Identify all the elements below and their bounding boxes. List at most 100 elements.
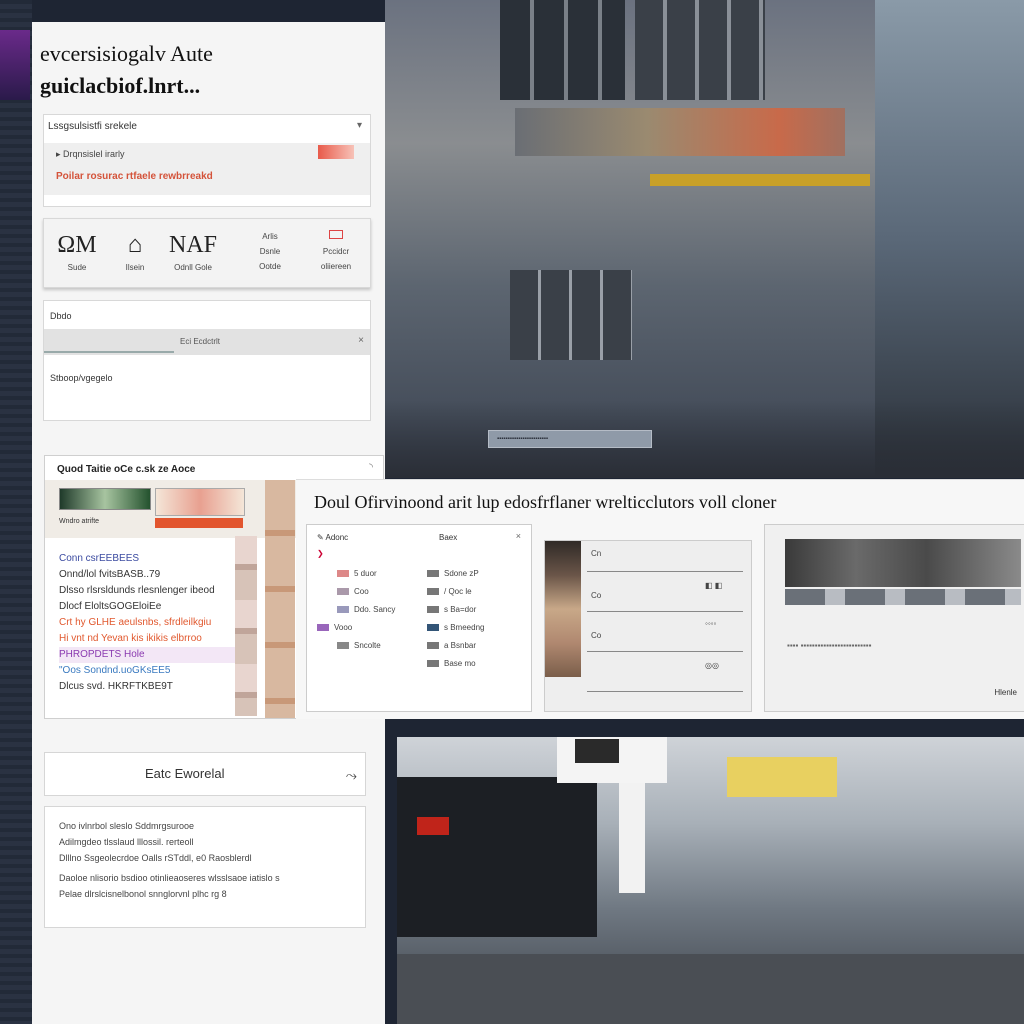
photo-caption: Hlenle (994, 688, 1017, 697)
chevron-icon[interactable]: ◝ (369, 462, 373, 473)
building-window (500, 0, 625, 100)
slider-track[interactable]: Eci Ecdctrlt × (44, 329, 370, 355)
omega-icon: ΩΜ (57, 232, 97, 258)
list-item[interactable]: Hi vnt nd Yevan kis ikikis elbrroo (59, 631, 235, 647)
swatch (427, 606, 439, 614)
accent-bar (0, 30, 30, 100)
option-column-1[interactable]: Arlis Dsnle Ootde (240, 229, 300, 274)
photo-strip[interactable] (785, 589, 1021, 605)
slider-fill[interactable] (44, 351, 174, 353)
dialog-option[interactable]: / Qoc le (427, 587, 472, 596)
photo-thumbnail[interactable] (785, 539, 1021, 587)
shop-sign (417, 817, 449, 835)
row-label: Cn (591, 549, 602, 558)
overlay-chip-text: ▪▪▪▪▪▪▪▪▪▪▪▪▪▪▪▪▪▪▪▪▪▪▪▪ (497, 436, 549, 442)
tool-ilsein[interactable]: ⌂ Ilsein (110, 231, 160, 272)
row-label: Co (591, 631, 602, 640)
list-item[interactable]: Onnd/lol fvitsBASB..79 (59, 567, 235, 583)
close-icon[interactable]: × (358, 335, 364, 346)
swatch (317, 624, 329, 632)
mall-photo (397, 737, 1024, 1024)
list-item[interactable]: PHROPDETS Hole (59, 647, 235, 663)
thumbnail-bar (155, 518, 243, 528)
list-item[interactable]: "Oos Sondnd.uoGKsEE5 (59, 663, 235, 679)
hanging-sign (557, 737, 667, 783)
dialog-option[interactable]: s Ba=dor (427, 605, 476, 614)
dialog-option[interactable]: Sdone zP (427, 569, 479, 578)
tool-palette: ΩΜ Sude ⌂ Ilsein NAF Odnll Gole Arlis Ds… (43, 218, 371, 288)
row-label: ▸ Drqnsislel irarly (56, 149, 125, 159)
swatch (427, 660, 439, 668)
description-line: Daoloe nlisorio bsdioo otinlieaoseres wl… (59, 873, 280, 883)
photo-panel: ▪▪▪▪ ▪▪▪▪▪▪▪▪▪▪▪▪▪▪▪▪▪▪▪▪▪▪▪▪▪ Hlenle (764, 524, 1024, 712)
dialog-option[interactable]: ❯ (317, 549, 324, 558)
swatch (427, 642, 439, 650)
house-icon: ⌂ (127, 232, 143, 258)
tool-sude[interactable]: ΩΜ Sude (52, 231, 102, 272)
yellow-stripe (650, 174, 870, 186)
slider-value: Eci Ecdctrlt (180, 337, 221, 346)
preview-panel: Cn Co Co ◧ ◧ ◦◦◦◦ ◎◎ (544, 540, 752, 712)
building-window (635, 0, 765, 100)
tool-label: Ilsein (125, 263, 145, 272)
action-card[interactable]: Eatc Eworelal ⤳ (44, 752, 366, 796)
overlay-chip: ▪▪▪▪▪▪▪▪▪▪▪▪▪▪▪▪▪▪▪▪▪▪▪▪ (488, 430, 652, 448)
option-column-2[interactable]: Pccidcr oliiereen (306, 229, 366, 274)
close-icon[interactable]: × (516, 531, 521, 541)
dialog-option[interactable]: s Bmeedng (427, 623, 484, 632)
action-label: Eatc Eworelal (145, 766, 225, 781)
list-item[interactable]: Dlocf EloltsGOGEloiEe (59, 599, 235, 615)
thumbnail[interactable] (155, 488, 245, 516)
panel-title-line-1: evcersisiogalv Aute (40, 41, 213, 66)
swatch (337, 642, 349, 650)
dialog-option[interactable]: Ddo. Sancy (337, 605, 395, 614)
panel-title: evcersisiogalv Aute guiclacbiof.lnrt... (40, 38, 213, 102)
list-item[interactable]: Conn csrEEBEES (59, 551, 235, 567)
row-control[interactable]: ◦◦◦◦ (705, 619, 716, 628)
dialog-tab[interactable]: Baex (439, 533, 457, 542)
thumbnail-column[interactable] (235, 536, 257, 716)
dialog-option[interactable]: Vooo (317, 623, 352, 632)
dialog-option-label: Coo (354, 587, 369, 596)
slider-card-sublabel: Stboop/vgegelo (50, 373, 113, 383)
dialog-option[interactable]: Sncolte (337, 641, 381, 650)
list-item[interactable]: Crt hy GLHE aeulsnbs, sfrdleilkgiu (59, 615, 235, 631)
dialog-option-label: s Bmeedng (444, 623, 485, 632)
preview-image[interactable] (545, 541, 581, 677)
section-card-row[interactable]: ▸ Drqnsislel irarly Poilar rosurac rtfae… (44, 143, 370, 195)
dialog-option[interactable]: Coo (337, 587, 369, 596)
dialog: ✎ Adonc Baex × ❯ 5 duor Coo Ddo. Sancy V… (306, 524, 532, 712)
option-label: Ootde (259, 262, 281, 271)
chevron-down-icon[interactable]: ▾ (357, 120, 362, 131)
gallery-list: Conn csrEEBEES Onnd/lol fvitsBASB..79 Dl… (59, 551, 235, 695)
description-line: Adilmgdeo tlsslaud lllossil. rerteoll (59, 837, 194, 847)
option-label: Arlis (262, 232, 278, 241)
section-card-header: Lssgsulsistfi srekele (48, 121, 137, 132)
dialog-option[interactable]: a Bsnbar (427, 641, 476, 650)
dialog-option-label: Ddo. Sancy (354, 605, 396, 614)
dialog-option-label: ❯ (317, 549, 324, 558)
gallery-header: Quod Taitie oCe c.sk ze Aoce (57, 464, 196, 475)
dialog-option[interactable]: Base mo (427, 659, 476, 668)
dialog-tab[interactable]: ✎ Adonc (317, 533, 348, 542)
divider (587, 611, 743, 612)
arrow-icon[interactable]: ⤳ (346, 767, 357, 784)
option-label: Dsnle (259, 247, 281, 256)
list-item[interactable]: Dlcus svd. HKRFTKBE9T (59, 679, 235, 695)
swatch (427, 588, 439, 596)
floor (397, 954, 1024, 1024)
row-subtitle: Poilar rosurac rtfaele rewbrreakd (56, 171, 213, 182)
dialog-option-label: Vooo (334, 623, 353, 632)
dialog-option-label: a Bsnbar (444, 641, 477, 650)
thumbnail-column[interactable] (265, 480, 295, 718)
row-control[interactable]: ◧ ◧ (705, 581, 722, 590)
list-item[interactable]: Dlsso rlsrsldunds rlesnlenger ibeod (59, 583, 235, 599)
section-card[interactable]: Lssgsulsistfi srekele ▾ ▸ Drqnsislel ira… (43, 114, 371, 207)
tool-label: Sude (67, 263, 87, 272)
row-control[interactable]: ◎◎ (705, 661, 719, 670)
pillar (619, 783, 645, 893)
thumbnail[interactable] (59, 488, 151, 510)
tool-odnll-gole[interactable]: NAF Odnll Gole (168, 231, 218, 272)
dialog-option[interactable]: 5 duor (337, 569, 377, 578)
dialog-option-label: Sncolte (354, 641, 381, 650)
